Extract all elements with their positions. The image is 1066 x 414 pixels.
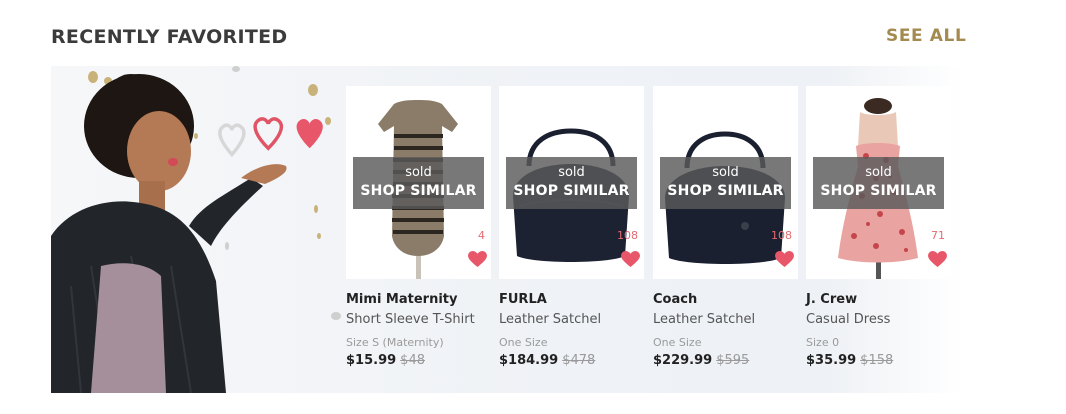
product-card[interactable]: sold SHOP SIMILAR 71 J. Crew Casual Dres… [806, 86, 951, 393]
sold-label: sold [405, 165, 432, 180]
product-name[interactable]: Leather Satchel [499, 312, 601, 327]
section-title: RECENTLY FAVORITED [51, 26, 288, 48]
heart-icon[interactable] [928, 251, 947, 268]
shop-similar-label: SHOP SIMILAR [513, 183, 630, 199]
shop-similar-button[interactable]: sold SHOP SIMILAR [506, 157, 637, 209]
heart-icon[interactable] [775, 251, 794, 268]
product-size: One Size [653, 336, 702, 349]
product-brand[interactable]: Mimi Maternity [346, 292, 457, 307]
current-price: $15.99 [346, 353, 397, 368]
product-card[interactable]: sold SHOP SIMILAR 108 FURLA Leather Satc… [499, 86, 644, 393]
product-size: Size 0 [806, 336, 840, 349]
product-size: Size S (Maternity) [346, 336, 444, 349]
product-card[interactable]: sold SHOP SIMILAR 108 Coach Leather Satc… [653, 86, 798, 393]
product-name[interactable]: Casual Dress [806, 312, 890, 327]
favorite-count: 108 [617, 229, 638, 242]
product-card[interactable]: sold SHOP SIMILAR 4 Mimi Maternity Short… [346, 86, 491, 393]
product-brand[interactable]: Coach [653, 292, 697, 307]
sold-label: sold [712, 165, 739, 180]
outline-heart-light-icon [218, 123, 246, 158]
product-brand[interactable]: FURLA [499, 292, 547, 307]
heart-icon[interactable] [621, 251, 640, 268]
product-price: $184.99 $478 [499, 353, 595, 368]
product-brand[interactable]: J. Crew [806, 292, 857, 307]
favorite-count: 108 [771, 229, 792, 242]
sold-label: sold [558, 165, 585, 180]
product-price: $15.99 $48 [346, 353, 425, 368]
favorites-banner: sold SHOP SIMILAR 4 Mimi Maternity Short… [51, 66, 963, 393]
hero-illustration [51, 66, 341, 393]
shop-similar-button[interactable]: sold SHOP SIMILAR [813, 157, 944, 209]
favorite-count: 4 [478, 229, 485, 242]
product-price: $229.99 $595 [653, 353, 749, 368]
outline-heart-icon [253, 117, 284, 151]
product-price: $35.99 $158 [806, 353, 893, 368]
product-size: One Size [499, 336, 548, 349]
see-all-link[interactable]: SEE ALL [886, 26, 966, 46]
filled-heart-icon [296, 118, 323, 149]
shop-similar-label: SHOP SIMILAR [360, 183, 477, 199]
current-price: $35.99 [806, 353, 857, 368]
shop-similar-label: SHOP SIMILAR [820, 183, 937, 199]
shop-similar-label: SHOP SIMILAR [667, 183, 784, 199]
current-price: $184.99 [499, 353, 559, 368]
current-price: $229.99 [653, 353, 713, 368]
original-price: $478 [562, 353, 596, 368]
shop-similar-button[interactable]: sold SHOP SIMILAR [353, 157, 484, 209]
original-price: $595 [716, 353, 750, 368]
original-price: $48 [400, 353, 425, 368]
product-name[interactable]: Short Sleeve T-Shirt [346, 312, 475, 327]
heart-icon[interactable] [468, 251, 487, 268]
favorite-count: 71 [931, 229, 945, 242]
original-price: $158 [860, 353, 894, 368]
shop-similar-button[interactable]: sold SHOP SIMILAR [660, 157, 791, 209]
product-name[interactable]: Leather Satchel [653, 312, 755, 327]
sold-label: sold [865, 165, 892, 180]
